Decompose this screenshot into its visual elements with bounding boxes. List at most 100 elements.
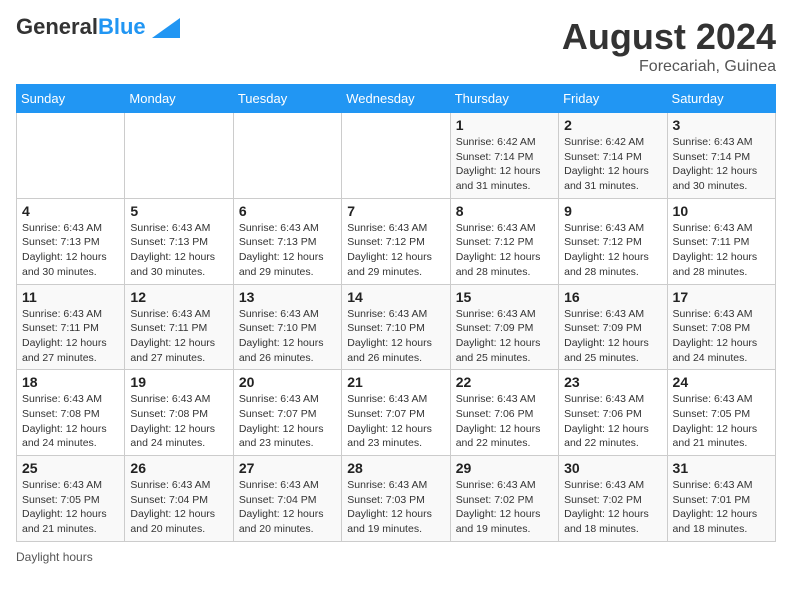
page-header: GeneralBlue August 2024 Forecariah, Guin…: [16, 16, 776, 76]
day-of-week-friday: Friday: [559, 85, 667, 113]
day-of-week-wednesday: Wednesday: [342, 85, 450, 113]
calendar-body: 1 Sunrise: 6:42 AMSunset: 7:14 PMDaylight…: [17, 113, 776, 542]
day-number: 15: [456, 289, 553, 305]
calendar-cell: 6 Sunrise: 6:43 AMSunset: 7:13 PMDaylight…: [233, 198, 341, 284]
calendar-cell: 28 Sunrise: 6:43 AMSunset: 7:03 PMDayligh…: [342, 456, 450, 542]
calendar-cell: 10 Sunrise: 6:43 AMSunset: 7:11 PMDayligh…: [667, 198, 775, 284]
day-of-week-saturday: Saturday: [667, 85, 775, 113]
logo-triangle-icon: [152, 18, 180, 38]
day-info: Sunrise: 6:43 AMSunset: 7:07 PMDaylight:…: [239, 392, 336, 451]
week-row-2: 4 Sunrise: 6:43 AMSunset: 7:13 PMDaylight…: [17, 198, 776, 284]
footer: Daylight hours: [16, 550, 776, 564]
day-info: Sunrise: 6:43 AMSunset: 7:09 PMDaylight:…: [564, 307, 661, 366]
day-number: 27: [239, 460, 336, 476]
day-info: Sunrise: 6:42 AMSunset: 7:14 PMDaylight:…: [564, 135, 661, 194]
calendar-cell: [233, 113, 341, 199]
day-info: Sunrise: 6:43 AMSunset: 7:05 PMDaylight:…: [22, 478, 119, 537]
logo-blue: Blue: [98, 14, 146, 39]
calendar-cell: 26 Sunrise: 6:43 AMSunset: 7:04 PMDayligh…: [125, 456, 233, 542]
day-number: 16: [564, 289, 661, 305]
day-info: Sunrise: 6:42 AMSunset: 7:14 PMDaylight:…: [456, 135, 553, 194]
day-number: 31: [673, 460, 770, 476]
day-info: Sunrise: 6:43 AMSunset: 7:06 PMDaylight:…: [456, 392, 553, 451]
day-info: Sunrise: 6:43 AMSunset: 7:08 PMDaylight:…: [673, 307, 770, 366]
location: Forecariah, Guinea: [562, 58, 776, 76]
calendar-cell: 27 Sunrise: 6:43 AMSunset: 7:04 PMDayligh…: [233, 456, 341, 542]
calendar-cell: 30Sunrise: 6:43 AMSunset: 7:02 PMDayligh…: [559, 456, 667, 542]
week-row-5: 25 Sunrise: 6:43 AMSunset: 7:05 PMDayligh…: [17, 456, 776, 542]
calendar-cell: 23Sunrise: 6:43 AMSunset: 7:06 PMDayligh…: [559, 370, 667, 456]
calendar-cell: 25 Sunrise: 6:43 AMSunset: 7:05 PMDayligh…: [17, 456, 125, 542]
day-number: 8: [456, 203, 553, 219]
day-info: Sunrise: 6:43 AMSunset: 7:14 PMDaylight:…: [673, 135, 770, 194]
week-row-1: 1 Sunrise: 6:42 AMSunset: 7:14 PMDaylight…: [17, 113, 776, 199]
calendar-cell: [125, 113, 233, 199]
day-of-week-thursday: Thursday: [450, 85, 558, 113]
day-number: 28: [347, 460, 444, 476]
day-number: 17: [673, 289, 770, 305]
calendar-cell: 1 Sunrise: 6:42 AMSunset: 7:14 PMDaylight…: [450, 113, 558, 199]
week-row-3: 11 Sunrise: 6:43 AMSunset: 7:11 PMDayligh…: [17, 284, 776, 370]
day-number: 1: [456, 117, 553, 133]
day-of-week-tuesday: Tuesday: [233, 85, 341, 113]
calendar-cell: 5Sunrise: 6:43 AMSunset: 7:13 PMDaylight…: [125, 198, 233, 284]
calendar-cell: 15 Sunrise: 6:43 AMSunset: 7:09 PMDayligh…: [450, 284, 558, 370]
day-of-week-sunday: Sunday: [17, 85, 125, 113]
calendar-cell: 20 Sunrise: 6:43 AMSunset: 7:07 PMDayligh…: [233, 370, 341, 456]
day-info: Sunrise: 6:43 AMSunset: 7:05 PMDaylight:…: [673, 392, 770, 451]
calendar-cell: 2 Sunrise: 6:42 AMSunset: 7:14 PMDaylight…: [559, 113, 667, 199]
day-number: 25: [22, 460, 119, 476]
day-number: 18: [22, 374, 119, 390]
day-info: Sunrise: 6:43 AMSunset: 7:03 PMDaylight:…: [347, 478, 444, 537]
day-info: Sunrise: 6:43 AMSunset: 7:12 PMDaylight:…: [347, 221, 444, 280]
calendar-cell: 29Sunrise: 6:43 AMSunset: 7:02 PMDayligh…: [450, 456, 558, 542]
day-info: Sunrise: 6:43 AMSunset: 7:06 PMDaylight:…: [564, 392, 661, 451]
day-info: Sunrise: 6:43 AMSunset: 7:10 PMDaylight:…: [239, 307, 336, 366]
calendar-cell: 3Sunrise: 6:43 AMSunset: 7:14 PMDaylight…: [667, 113, 775, 199]
day-info: Sunrise: 6:43 AMSunset: 7:11 PMDaylight:…: [130, 307, 227, 366]
day-number: 21: [347, 374, 444, 390]
logo: GeneralBlue: [16, 16, 180, 38]
day-of-week-monday: Monday: [125, 85, 233, 113]
day-number: 2: [564, 117, 661, 133]
header-row: SundayMondayTuesdayWednesdayThursdayFrid…: [17, 85, 776, 113]
day-info: Sunrise: 6:43 AMSunset: 7:13 PMDaylight:…: [130, 221, 227, 280]
day-info: Sunrise: 6:43 AMSunset: 7:12 PMDaylight:…: [456, 221, 553, 280]
day-info: Sunrise: 6:43 AMSunset: 7:11 PMDaylight:…: [22, 307, 119, 366]
calendar-cell: 16 Sunrise: 6:43 AMSunset: 7:09 PMDayligh…: [559, 284, 667, 370]
day-number: 7: [347, 203, 444, 219]
day-info: Sunrise: 6:43 AMSunset: 7:13 PMDaylight:…: [22, 221, 119, 280]
week-row-4: 18 Sunrise: 6:43 AMSunset: 7:08 PMDayligh…: [17, 370, 776, 456]
day-number: 12: [130, 289, 227, 305]
day-number: 14: [347, 289, 444, 305]
day-info: Sunrise: 6:43 AMSunset: 7:04 PMDaylight:…: [130, 478, 227, 537]
day-number: 20: [239, 374, 336, 390]
calendar-cell: 4 Sunrise: 6:43 AMSunset: 7:13 PMDaylight…: [17, 198, 125, 284]
day-info: Sunrise: 6:43 AMSunset: 7:12 PMDaylight:…: [564, 221, 661, 280]
calendar-cell: 8 Sunrise: 6:43 AMSunset: 7:12 PMDaylight…: [450, 198, 558, 284]
day-number: 26: [130, 460, 227, 476]
calendar-cell: 11 Sunrise: 6:43 AMSunset: 7:11 PMDayligh…: [17, 284, 125, 370]
calendar-cell: 24 Sunrise: 6:43 AMSunset: 7:05 PMDayligh…: [667, 370, 775, 456]
calendar-cell: [17, 113, 125, 199]
day-number: 24: [673, 374, 770, 390]
day-info: Sunrise: 6:43 AMSunset: 7:13 PMDaylight:…: [239, 221, 336, 280]
day-number: 6: [239, 203, 336, 219]
day-info: Sunrise: 6:43 AMSunset: 7:08 PMDaylight:…: [130, 392, 227, 451]
calendar-cell: 12 Sunrise: 6:43 AMSunset: 7:11 PMDayligh…: [125, 284, 233, 370]
day-number: 11: [22, 289, 119, 305]
day-info: Sunrise: 6:43 AMSunset: 7:11 PMDaylight:…: [673, 221, 770, 280]
day-number: 30: [564, 460, 661, 476]
day-number: 4: [22, 203, 119, 219]
day-number: 19: [130, 374, 227, 390]
calendar-cell: 13 Sunrise: 6:43 AMSunset: 7:10 PMDayligh…: [233, 284, 341, 370]
calendar-header: SundayMondayTuesdayWednesdayThursdayFrid…: [17, 85, 776, 113]
calendar-cell: [342, 113, 450, 199]
day-info: Sunrise: 6:43 AMSunset: 7:09 PMDaylight:…: [456, 307, 553, 366]
day-info: Sunrise: 6:43 AMSunset: 7:10 PMDaylight:…: [347, 307, 444, 366]
day-number: 10: [673, 203, 770, 219]
calendar-cell: 17 Sunrise: 6:43 AMSunset: 7:08 PMDayligh…: [667, 284, 775, 370]
day-number: 9: [564, 203, 661, 219]
day-info: Sunrise: 6:43 AMSunset: 7:04 PMDaylight:…: [239, 478, 336, 537]
day-number: 13: [239, 289, 336, 305]
